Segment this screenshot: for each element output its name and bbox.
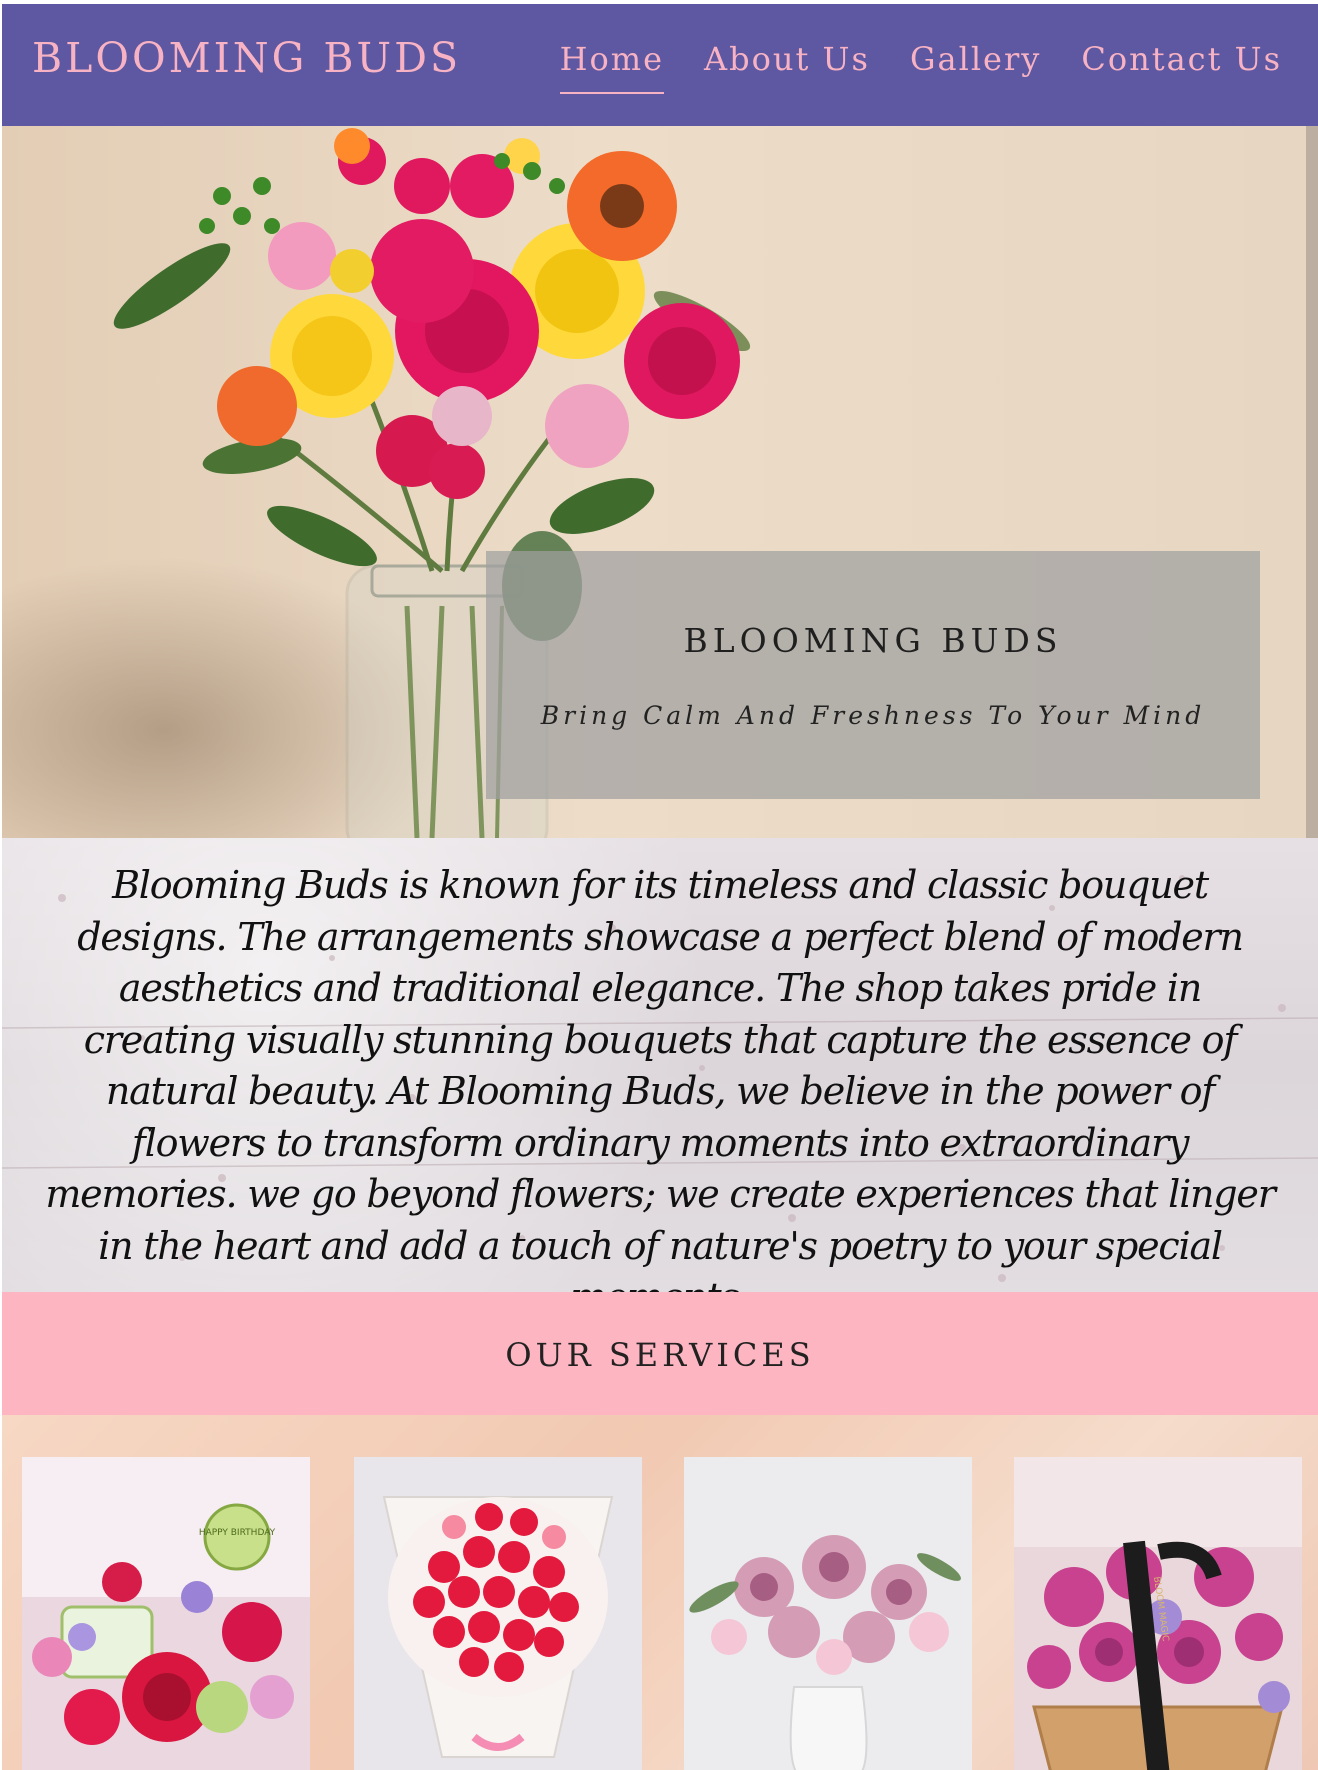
services-grid: HAPPY BIRTHDAY BLOOM MAGIC	[2, 1415, 1318, 1770]
services-title: OUR SERVICES	[505, 1336, 815, 1374]
red-rose-bouquet-image	[354, 1457, 642, 1770]
birthday-sign-text-1: HAPPY BIRTHDAY	[199, 1528, 276, 1538]
service-card-red-rose-bouquet[interactable]	[354, 1457, 642, 1770]
brand-logo[interactable]: BLOOMING BUDS	[32, 34, 461, 82]
services-header: OUR SERVICES	[2, 1292, 1318, 1415]
hero-card-tagline: Bring Calm And Freshness To Your Mind	[540, 701, 1206, 730]
top-navbar: BLOOMING BUDS Home About Us Gallery Cont…	[2, 4, 1318, 126]
nav-links: Home About Us Gallery Contact Us	[559, 40, 1282, 94]
hero-caption-card: BLOOMING BUDS Bring Calm And Freshness T…	[486, 551, 1260, 799]
hero-section: BLOOMING BUDS Bring Calm And Freshness T…	[2, 126, 1318, 838]
service-card-basket-arrangement[interactable]: BLOOM MAGIC	[1014, 1457, 1302, 1770]
nav-link-about-us[interactable]: About Us	[704, 40, 870, 78]
nav-link-home[interactable]: Home	[559, 40, 665, 94]
service-card-birthday-bouquet[interactable]: HAPPY BIRTHDAY	[22, 1457, 310, 1770]
nav-link-gallery[interactable]: Gallery	[910, 40, 1041, 78]
service-card-pink-flower-vase[interactable]	[684, 1457, 972, 1770]
birthday-bouquet-image: HAPPY BIRTHDAY	[22, 1457, 310, 1770]
about-section: Blooming Buds is known for its timeless …	[2, 838, 1318, 1292]
nav-link-contact-us[interactable]: Contact Us	[1081, 40, 1282, 78]
about-paragraph: Blooming Buds is known for its timeless …	[45, 863, 1276, 1292]
hero-edge	[1306, 126, 1318, 838]
hero-card-title: BLOOMING BUDS	[683, 621, 1063, 660]
basket-arrangement-image: BLOOM MAGIC	[1014, 1457, 1302, 1770]
pink-flower-vase-image	[684, 1457, 972, 1770]
